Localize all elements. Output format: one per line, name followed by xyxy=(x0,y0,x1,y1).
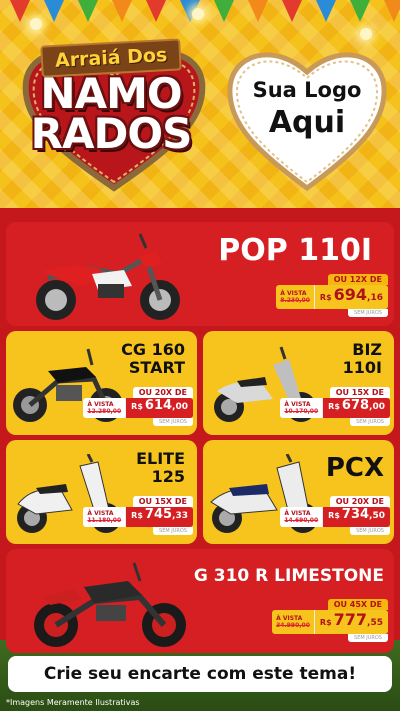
price-value: 694 xyxy=(333,285,368,304)
installment-price: R$ 614 ,00 xyxy=(125,398,193,418)
disclaimer-text: *Imagens Meramente Ilustrativas xyxy=(6,698,140,707)
product-name-line-2: 110I xyxy=(342,357,382,377)
product-name-line-1: CG 160 xyxy=(121,340,185,359)
product-name: ELITE 125 xyxy=(136,450,185,485)
lamp-icon xyxy=(192,8,204,20)
cta-banner[interactable]: Crie seu encarte com este tema! xyxy=(8,656,392,692)
currency-symbol: R$ xyxy=(131,402,143,411)
product-name-line-2: START xyxy=(128,357,185,377)
product-name: BIZ 110I xyxy=(343,341,382,376)
product-name-line-1: ELITE xyxy=(136,449,185,468)
old-price: 11.180,00 xyxy=(87,517,122,524)
cash-price-label: À VISTA 14.690,00 xyxy=(280,507,323,527)
no-interest-label: SEM JUROS xyxy=(348,634,388,642)
price-value: 745 xyxy=(144,507,173,522)
no-interest-label: SEM JUROS xyxy=(350,418,390,426)
title-line-1: NAMO xyxy=(40,69,182,118)
old-price: 14.690,00 xyxy=(284,517,319,524)
product-card-cg-160-start[interactable]: CG 160 START OU 20X DE À VISTA 12.280,00… xyxy=(6,331,197,435)
installment-price: R$ 745 ,33 xyxy=(125,507,193,527)
product-card-elite-125[interactable]: ELITE 125 OU 15X DE À VISTA 11.180,00 R$… xyxy=(6,440,197,544)
avista-label: À VISTA xyxy=(87,510,114,517)
product-name: POP 110I xyxy=(218,233,372,268)
product-card-g-310-r-limestone[interactable]: G 310 R LIMESTONE OU 45X DE À VISTA 34.9… xyxy=(6,549,394,653)
avista-label: À VISTA xyxy=(280,290,307,297)
avista-label: À VISTA xyxy=(87,401,114,408)
installments-label: OU 15X DE xyxy=(132,496,193,507)
motorcycle-image xyxy=(34,562,186,647)
old-price: 10.170,00 xyxy=(284,408,319,415)
no-interest-label: SEM JUROS xyxy=(153,527,193,535)
product-name: G 310 R LIMESTONE xyxy=(193,566,384,586)
currency-symbol: R$ xyxy=(319,293,332,302)
old-price: 12.280,00 xyxy=(87,408,122,415)
cash-price-label: À VISTA 12.280,00 xyxy=(83,398,126,418)
logo-text-line-1: Sua Logo xyxy=(252,78,362,102)
header-banner: Arraiá Dos NAMO RADOS Sua Logo Aqui xyxy=(0,0,400,208)
currency-symbol: R$ xyxy=(319,618,332,627)
price-value: 734 xyxy=(341,507,370,522)
avista-label: À VISTA xyxy=(284,401,311,408)
price-block: OU 15X DE À VISTA 11.180,00 R$ 745 ,33 S… xyxy=(83,496,193,535)
price-block: OU 12X DE À VISTA 8.230,00 R$ 694 ,16 SE… xyxy=(276,274,388,317)
installment-price: R$ 734 ,50 xyxy=(322,507,390,527)
old-price: 8.230,00 xyxy=(280,297,310,304)
cash-price-label: À VISTA 11.180,00 xyxy=(83,507,126,527)
installment-price: R$ 678 ,00 xyxy=(322,398,390,418)
currency-symbol: R$ xyxy=(131,511,143,520)
price-cents: ,00 xyxy=(369,402,385,412)
cash-price-label: À VISTA 10.170,00 xyxy=(280,398,323,418)
currency-symbol: R$ xyxy=(328,402,340,411)
price-cents: ,00 xyxy=(172,402,188,412)
logo-placeholder[interactable]: Sua Logo Aqui xyxy=(236,76,378,142)
installments-label: OU 20X DE xyxy=(329,496,390,507)
cash-price-label: À VISTA 8.230,00 xyxy=(276,285,314,309)
price-block: OU 15X DE À VISTA 10.170,00 R$ 678 ,00 S… xyxy=(280,387,390,426)
avista-label: À VISTA xyxy=(284,510,311,517)
installments-label: OU 15X DE xyxy=(329,387,390,398)
installment-price: R$ 694 ,16 xyxy=(313,285,388,309)
motorcycle-image xyxy=(36,233,180,320)
product-card-pop-110i[interactable]: POP 110I OU 12X DE À VISTA 8.230,00 R$ 6… xyxy=(6,222,394,326)
installments-label: OU 12X DE xyxy=(327,274,388,285)
event-title: Arraiá Dos NAMO RADOS xyxy=(18,38,204,158)
no-interest-label: SEM JUROS xyxy=(153,418,193,426)
cash-price-label: À VISTA 34.990,00 xyxy=(272,610,314,634)
price-block: OU 45X DE À VISTA 34.990,00 R$ 777 ,55 S… xyxy=(272,599,388,642)
product-name: CG 160 START xyxy=(121,341,185,376)
no-interest-label: SEM JUROS xyxy=(350,527,390,535)
no-interest-label: SEM JUROS xyxy=(348,309,388,317)
installments-label: OU 45X DE xyxy=(327,599,388,610)
product-name-line-1: BIZ xyxy=(352,340,382,359)
old-price: 34.990,00 xyxy=(276,622,310,629)
price-cents: ,16 xyxy=(367,293,383,303)
price-cents: ,33 xyxy=(172,511,188,521)
price-cents: ,50 xyxy=(369,511,385,521)
product-name-line-2: 125 xyxy=(151,466,185,486)
bunting-decoration xyxy=(10,0,400,24)
price-value: 777 xyxy=(333,610,368,629)
price-block: OU 20X DE À VISTA 14.690,00 R$ 734 ,50 S… xyxy=(280,496,390,535)
installment-price: R$ 777 ,55 xyxy=(313,610,388,634)
avista-label: À VISTA xyxy=(276,615,303,622)
price-value: 678 xyxy=(341,398,370,413)
price-block: OU 20X DE À VISTA 12.280,00 R$ 614 ,00 S… xyxy=(83,387,193,426)
product-name: PCX xyxy=(325,453,384,483)
lamp-icon xyxy=(30,18,42,30)
product-card-pcx[interactable]: PCX OU 20X DE À VISTA 14.690,00 R$ 734 ,… xyxy=(203,440,394,544)
product-card-biz-110i[interactable]: BIZ 110I OU 15X DE À VISTA 10.170,00 R$ … xyxy=(203,331,394,435)
price-value: 614 xyxy=(144,398,173,413)
title-line-2: RADOS xyxy=(30,109,193,158)
price-cents: ,55 xyxy=(367,618,383,628)
currency-symbol: R$ xyxy=(328,511,340,520)
logo-text-line-2: Aqui xyxy=(268,105,346,140)
installments-label: OU 20X DE xyxy=(132,387,193,398)
